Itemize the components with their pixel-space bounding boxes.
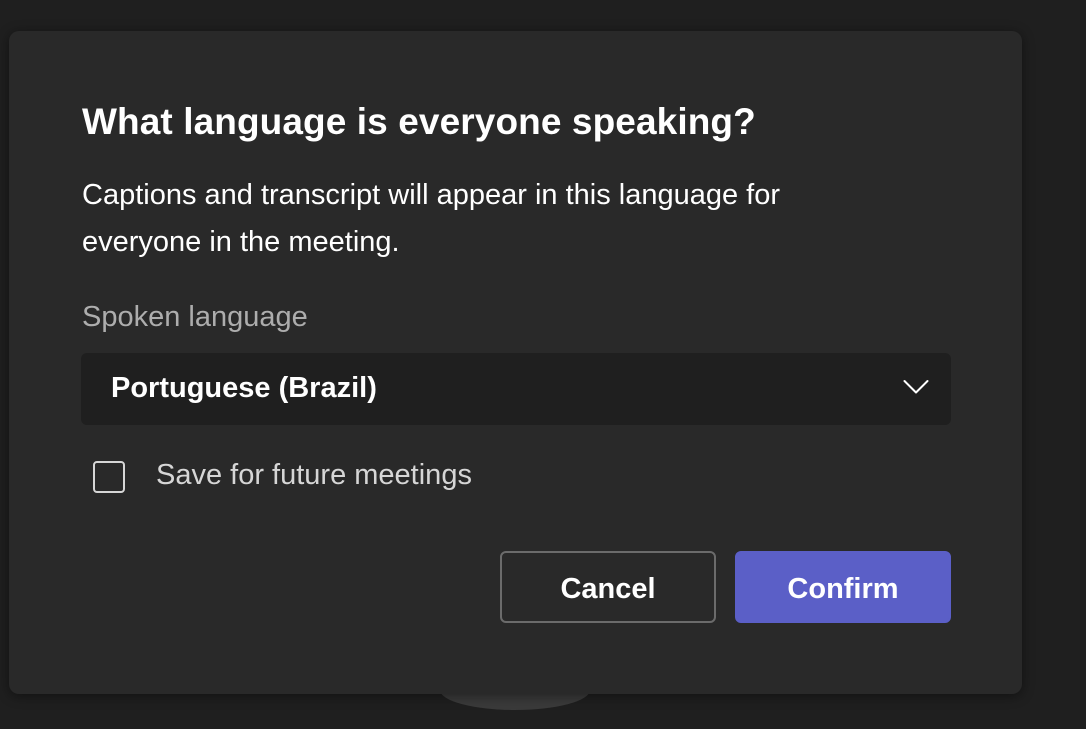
dialog-title: What language is everyone speaking? <box>82 101 756 142</box>
spoken-language-label: Spoken language <box>82 301 308 333</box>
chevron-down-icon <box>903 380 929 394</box>
cancel-button[interactable]: Cancel <box>500 551 716 623</box>
spoken-language-dialog: What language is everyone speaking? Capt… <box>9 31 1022 694</box>
selected-language-value: Portuguese (Brazil) <box>111 372 377 404</box>
dialog-description: Captions and transcript will appear in t… <box>82 179 781 258</box>
save-for-future-meetings-checkbox[interactable] <box>93 461 125 493</box>
save-for-future-meetings-label: Save for future meetings <box>156 459 472 491</box>
spoken-language-dropdown[interactable]: Portuguese (Brazil) <box>81 353 951 425</box>
confirm-button[interactable]: Confirm <box>735 551 951 623</box>
